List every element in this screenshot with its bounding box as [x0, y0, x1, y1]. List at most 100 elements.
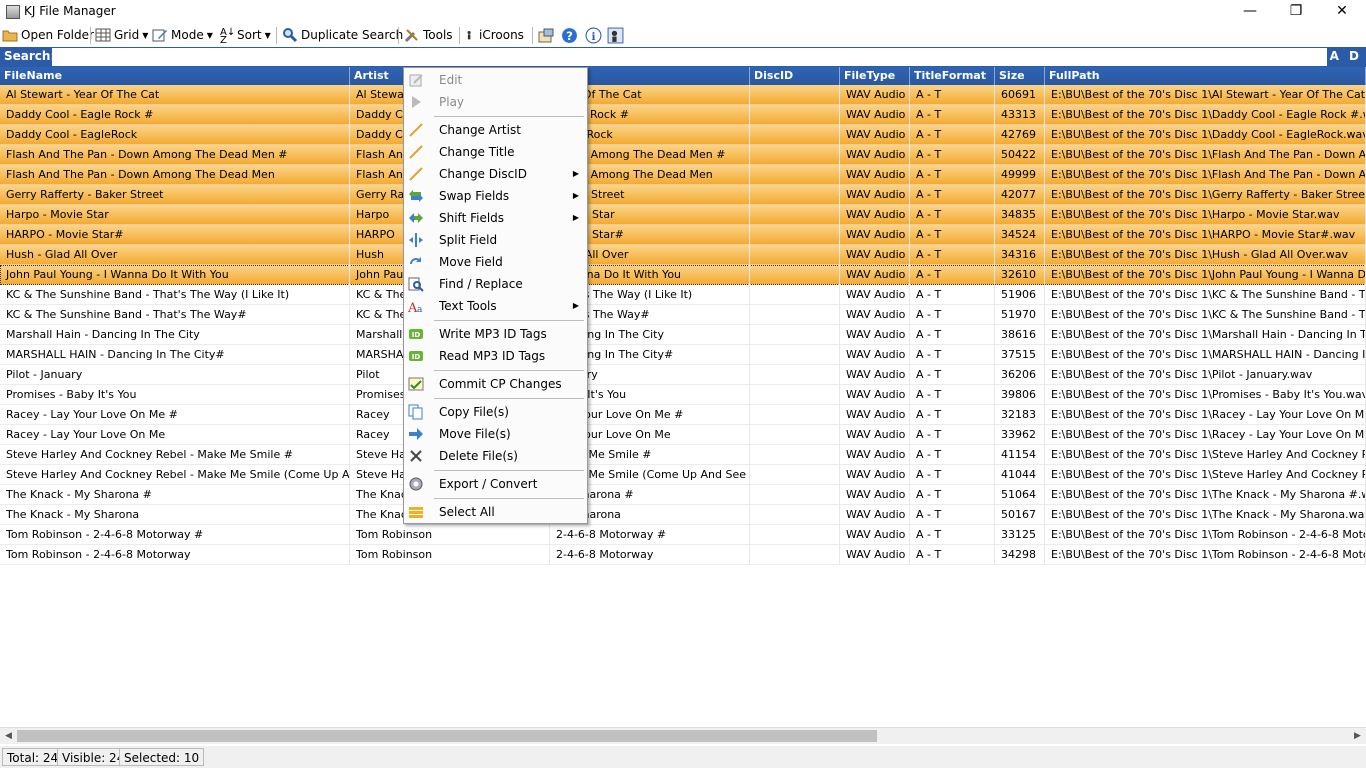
- search-options-tad[interactable]: T A D: [1311, 49, 1362, 63]
- settings-window-icon[interactable]: [538, 28, 554, 44]
- table-cell-discid: [750, 105, 840, 125]
- close-button[interactable]: ✕: [1319, 0, 1365, 24]
- menu-item-label: Commit CP Changes: [439, 377, 562, 391]
- sort-button[interactable]: A↓ Z Sort ▼: [220, 25, 271, 46]
- table-row[interactable]: Steve Harley And Cockney Rebel - Make Me…: [0, 465, 1366, 485]
- scrollbar-thumb[interactable]: [17, 730, 877, 742]
- table-cell-filename: Flash And The Pan - Down Among The Dead …: [0, 145, 350, 165]
- tools-button[interactable]: Tools: [404, 25, 453, 46]
- open-folder-button[interactable]: Open Folder: [2, 25, 94, 46]
- menu-item-edit[interactable]: Edit: [404, 69, 587, 91]
- search-input[interactable]: [52, 48, 1327, 66]
- sort-label: Sort: [237, 28, 262, 42]
- menu-item-move-field[interactable]: Move Field: [404, 251, 587, 273]
- menu-item-write-mp3-id-tags[interactable]: ID Write MP3 ID Tags: [404, 323, 587, 345]
- mode-button[interactable]: Mode ▼: [152, 25, 213, 46]
- table-row[interactable]: KC & The Sunshine Band - That's The Way#…: [0, 305, 1366, 325]
- table-cell-size: 42769: [995, 125, 1045, 145]
- menu-item-find-replace[interactable]: Find / Replace: [404, 273, 587, 295]
- scroll-left-icon[interactable]: ◀: [0, 728, 17, 744]
- table-row[interactable]: Al Stewart - Year Of The Cat Al Stewart Ye…: [0, 85, 1366, 105]
- gear-icon: [409, 477, 423, 491]
- table-row[interactable]: MARSHALL HAIN - Dancing In The City# MARS…: [0, 345, 1366, 365]
- sort-az-icon: A↓ Z: [220, 27, 236, 46]
- menu-item-change-title[interactable]: Change Title: [404, 141, 587, 163]
- column-header[interactable]: DiscID: [750, 67, 840, 85]
- table-cell-filename: Daddy Cool - EagleRock: [0, 125, 350, 145]
- menu-item-swap-fields[interactable]: Swap Fields ▶: [404, 185, 587, 207]
- table-cell-titleformat: A - T: [910, 465, 995, 485]
- app-window: KJ File Manager — ❐ ✕ Open Folder Grid ▼ …: [0, 0, 1366, 768]
- table-row[interactable]: Gerry Rafferty - Baker Street Gerry Raffe…: [0, 185, 1366, 205]
- grid-button[interactable]: Grid ▼: [95, 25, 148, 46]
- table-cell-discid: [750, 145, 840, 165]
- duplicate-search-button[interactable]: Duplicate Search: [282, 25, 403, 46]
- table-row[interactable]: HARPO - Movie Star# HARPO Movie Star# WAV A…: [0, 225, 1366, 245]
- table-row[interactable]: KC & The Sunshine Band - That's The Way …: [0, 285, 1366, 305]
- table-cell-filename: Al Stewart - Year Of The Cat: [0, 85, 350, 105]
- menu-item-copy-files[interactable]: Copy File(s): [404, 401, 587, 423]
- table-row[interactable]: Pilot - JanuaryPilotJanuaryWAV AudioA - …: [0, 365, 1366, 385]
- table-row[interactable]: Racey - Lay Your Love On Me Racey Lay Your…: [0, 425, 1366, 445]
- table-row[interactable]: Daddy Cool - Eagle Rock # Daddy Cool Eagle…: [0, 105, 1366, 125]
- table-row[interactable]: Racey - Lay Your Love On Me # Racey Lay Yo…: [0, 405, 1366, 425]
- table-cell-filetype: WAV Audio: [840, 465, 910, 485]
- menu-item-change-discid[interactable]: Change DiscID ▶: [404, 163, 587, 185]
- menu-item-read-mp3-id-tags[interactable]: ID Read MP3 ID Tags: [404, 345, 587, 367]
- table-cell-fullpath: E:\BU\Best of the 70's Disc 1\Pilot - Ja…: [1045, 365, 1366, 385]
- scroll-right-icon[interactable]: ▶: [1349, 728, 1366, 744]
- table-row[interactable]: Tom Robinson - 2-4-6-8 Motorway # Tom Rob…: [0, 525, 1366, 545]
- table-row[interactable]: Tom Robinson - 2-4-6-8 Motorway Tom Robin…: [0, 545, 1366, 565]
- menu-item-shift-fields[interactable]: Shift Fields ▶: [404, 207, 587, 229]
- table-row[interactable]: Harpo - Movie StarHarpoMovie StarWAV Aud…: [0, 205, 1366, 225]
- file-grid[interactable]: FileNameArtistTitleDiscIDFileTypeTitleFo…: [0, 67, 1366, 727]
- table-row[interactable]: Flash And The Pan - Down Among The Dead …: [0, 145, 1366, 165]
- menu-item-commit-cp-changes[interactable]: Commit CP Changes: [404, 373, 587, 395]
- table-row[interactable]: Daddy Cool - EagleRockDaddy CoolEagleRoc…: [0, 125, 1366, 145]
- toolbar-separator: [532, 27, 533, 44]
- menu-item-text-tools[interactable]: Aa Text Tools ▶: [404, 295, 587, 317]
- table-row[interactable]: Steve Harley And Cockney Rebel - Make Me…: [0, 445, 1366, 465]
- pencil-icon: [409, 123, 423, 137]
- icroons-button[interactable]: iCroons: [466, 25, 524, 46]
- table-row[interactable]: Flash And The Pan - Down Among The Dead …: [0, 165, 1366, 185]
- menu-item-delete-files[interactable]: Delete File(s): [404, 445, 587, 467]
- table-row[interactable]: Promises - Baby It's You Promises Baby It'…: [0, 385, 1366, 405]
- table-row[interactable]: Hush - Glad All Over Hush Glad All Over WAV…: [0, 245, 1366, 265]
- table-row[interactable]: The Knack - My Sharona The Knack My Sharon…: [0, 505, 1366, 525]
- info-icon[interactable]: i: [585, 27, 602, 44]
- minimize-button[interactable]: —: [1227, 0, 1273, 24]
- restore-button[interactable]: ❐: [1273, 0, 1319, 24]
- table-cell-filetype: WAV Audio: [840, 345, 910, 365]
- menu-item-export-convert[interactable]: Export / Convert: [404, 473, 587, 495]
- menu-item-play[interactable]: Play: [404, 91, 587, 113]
- column-header[interactable]: FileType: [840, 67, 910, 85]
- column-header[interactable]: TitleFormat: [910, 67, 995, 85]
- table-row[interactable]: Marshall Hain - Dancing In The City Marsh…: [0, 325, 1366, 345]
- menu-item-label: Read MP3 ID Tags: [439, 349, 546, 363]
- table-cell-size: 34835: [995, 205, 1045, 225]
- table-row[interactable]: The Knack - My Sharona # The Knack My Shar…: [0, 485, 1366, 505]
- table-row[interactable]: John Paul Young - I Wanna Do It With You…: [0, 265, 1366, 285]
- column-header[interactable]: Size: [995, 67, 1045, 85]
- about-user-icon[interactable]: [607, 27, 624, 44]
- id3-tag-icon: ID: [409, 351, 423, 361]
- table-cell-titleformat: A - T: [910, 245, 995, 265]
- table-cell-fullpath: E:\BU\Best of the 70's Disc 1\KC & The S…: [1045, 285, 1366, 305]
- table-cell-titleformat: A - T: [910, 165, 995, 185]
- menu-item-label: Edit: [439, 73, 463, 87]
- column-header[interactable]: FileName: [0, 67, 350, 85]
- table-cell-size: 50422: [995, 145, 1045, 165]
- menu-item-move-files[interactable]: Move File(s): [404, 423, 587, 445]
- menu-item-change-artist[interactable]: Change Artist: [404, 119, 587, 141]
- menu-item-label: Shift Fields: [439, 211, 505, 225]
- svg-text:?: ?: [566, 29, 573, 43]
- table-cell-discid: [750, 405, 840, 425]
- help-icon[interactable]: ?: [561, 27, 578, 44]
- column-header[interactable]: FullPath: [1045, 67, 1366, 85]
- horizontal-scrollbar[interactable]: ◀ ▶: [0, 727, 1366, 744]
- table-cell-discid: [750, 525, 840, 545]
- table-cell-title: 2-4-6-8 Motorway: [550, 545, 750, 565]
- menu-item-split-field[interactable]: Split Field: [404, 229, 587, 251]
- menu-item-select-all[interactable]: Select All: [404, 501, 587, 523]
